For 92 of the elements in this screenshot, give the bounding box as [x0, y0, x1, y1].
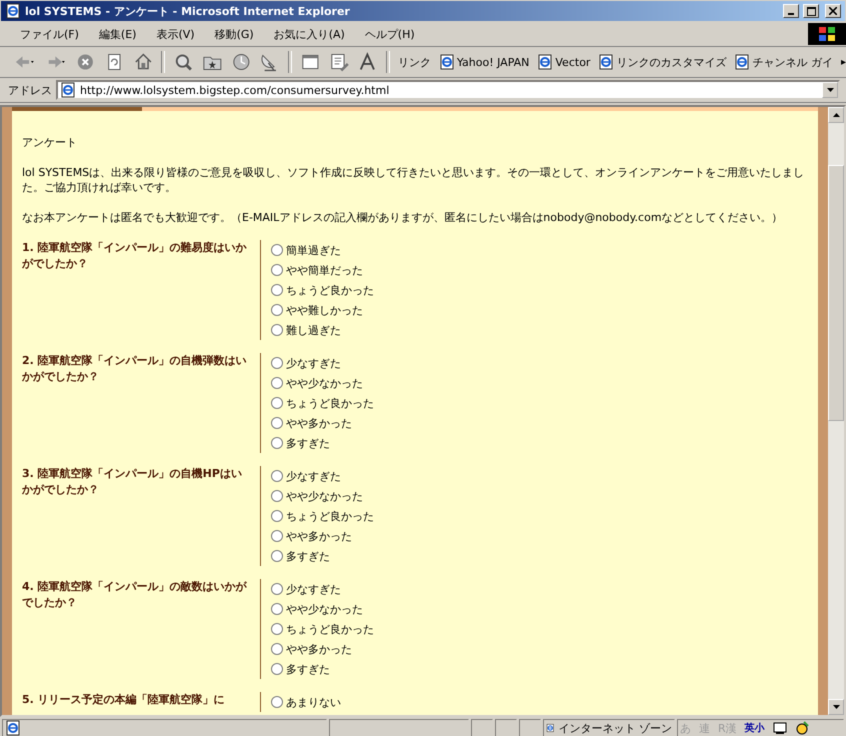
note-paragraph: なお本アンケートは匿名でも大歓迎です。（E-MAILアドレスの記入欄がありますが、匿名にしたい場合はnobody@nobody.comなどとしてください。）	[22, 210, 784, 225]
ime-indicator[interactable]: 英小	[744, 721, 765, 735]
menu-item[interactable]: ヘルプ(H)	[352, 26, 423, 42]
minimize-button[interactable]	[783, 4, 799, 18]
status-pane	[519, 719, 541, 736]
radio-button[interactable]	[271, 530, 283, 542]
radio-button[interactable]	[271, 490, 283, 502]
question-text: 4. 陸軍航空隊「インパール」の敵数はいかがでしたか？	[22, 579, 248, 611]
ime-pad-icon[interactable]	[772, 721, 787, 735]
radio-button[interactable]	[271, 324, 283, 336]
radio-button[interactable]	[271, 643, 283, 655]
down-arrow-icon	[832, 705, 840, 709]
link-page-icon	[734, 54, 750, 70]
document-edit-icon[interactable]	[328, 51, 350, 73]
up-arrow-icon	[832, 113, 840, 117]
radio-button[interactable]	[271, 264, 283, 276]
option-label[interactable]: やや多かった	[286, 416, 352, 430]
close-button[interactable]	[825, 4, 841, 18]
close-icon	[829, 7, 837, 15]
option-label[interactable]: やや難しかった	[286, 302, 363, 318]
radio-button[interactable]	[271, 397, 283, 409]
option-label[interactable]: ちょうど良かった	[286, 396, 374, 410]
radio-button[interactable]	[271, 663, 283, 675]
option-label[interactable]: ちょうど良かった	[286, 622, 374, 636]
history-icon[interactable]	[230, 51, 252, 73]
radio-button[interactable]	[271, 510, 283, 522]
windows-logo-icon	[808, 23, 846, 45]
address-label: アドレス	[8, 82, 52, 98]
option-label[interactable]: あまりない	[286, 694, 341, 710]
menu-item[interactable]: 表示(V)	[144, 26, 203, 42]
question-text: 3. 陸軍航空隊「インパール」の自機HPはいかがでしたか？	[22, 466, 243, 498]
zone-label: インターネット ゾーン	[558, 720, 672, 736]
question-text: 2. 陸軍航空隊「インパール」の自機弾数はいかがでしたか？	[22, 353, 248, 385]
radio-button[interactable]	[271, 623, 283, 635]
menu-item[interactable]: ファイル(F)	[8, 26, 87, 42]
question-text: 5. リリース予定の本編「陸軍航空隊」に	[22, 692, 226, 708]
option-label[interactable]: 多すぎた	[286, 436, 330, 450]
window-title: lol SYSTEMS - アンケート - Microsoft Internet Explorer	[25, 4, 351, 18]
more-links-chevron[interactable]: ▸	[840, 56, 846, 68]
option-label[interactable]: やや簡単だった	[286, 262, 363, 278]
radio-button[interactable]	[271, 696, 283, 708]
radio-button[interactable]	[271, 417, 283, 429]
link-button[interactable]: Yahoo! JAPAN	[438, 54, 530, 70]
links-label: リンク	[398, 54, 431, 70]
menu-item[interactable]: 移動(G)	[202, 26, 262, 42]
option-label[interactable]: ちょうど良かった	[286, 282, 374, 298]
menu-item[interactable]: お気に入り(A)	[262, 26, 353, 42]
question-text: 1. 陸軍航空隊「インパール」の難易度はいかがでしたか？	[22, 240, 248, 272]
maximize-button[interactable]	[803, 4, 819, 18]
browser-page-icon	[5, 3, 21, 19]
status-pane	[471, 719, 493, 736]
maximize-icon	[806, 6, 816, 16]
radio-button[interactable]	[271, 603, 283, 615]
option-label[interactable]: 簡単過ぎた	[286, 242, 341, 258]
radio-button[interactable]	[271, 304, 283, 316]
ime-tool-icon[interactable]	[794, 721, 809, 735]
browser-page-icon	[60, 82, 76, 98]
radio-button[interactable]	[271, 357, 283, 369]
address-field[interactable]: http://www.lolsystem.bigstep.com/consumersurvey.html	[56, 80, 840, 100]
option-label[interactable]: ちょうど良かった	[286, 508, 374, 524]
page-heading: アンケート	[22, 135, 78, 150]
radio-button[interactable]	[271, 550, 283, 562]
scroll-down-button[interactable]	[828, 699, 844, 715]
link-page-icon	[438, 54, 455, 70]
option-label[interactable]: やや少なかった	[286, 602, 363, 616]
option-label[interactable]: やや多かった	[286, 642, 352, 656]
scroll-up-button[interactable]	[828, 107, 844, 123]
status-pane	[495, 719, 517, 736]
intro-paragraph: lol SYSTEMSは、出来る限り皆様のご意見を吸収し、ソフト作成に反映して行きたいと思います。その一環として、オンラインアンケートをご用意いたしました。ご協力頂ければ幸いです。	[22, 165, 806, 195]
radio-button[interactable]	[271, 377, 283, 389]
option-label[interactable]: やや多かった	[286, 528, 352, 544]
radio-button[interactable]	[271, 284, 283, 296]
link-button[interactable]: Vector	[537, 54, 590, 70]
option-label[interactable]: 多すぎた	[286, 548, 330, 564]
option-label[interactable]: 少なすぎた	[286, 582, 341, 596]
radio-button[interactable]	[271, 244, 283, 256]
link-button[interactable]: チャンネル ガイ	[734, 54, 833, 70]
option-label[interactable]: 少なすぎた	[286, 468, 341, 484]
page-status-icon	[5, 720, 21, 736]
link-button[interactable]: リンクのカスタマイズ	[598, 54, 726, 70]
link-page-icon	[598, 54, 614, 70]
option-label[interactable]: やや少なかった	[286, 488, 363, 504]
scrollbar-thumb[interactable]	[828, 165, 844, 421]
option-label[interactable]: やや少なかった	[286, 376, 363, 390]
radio-button[interactable]	[271, 470, 283, 482]
menu-item[interactable]: 編集(E)	[86, 26, 144, 42]
option-label[interactable]: 難し過ぎた	[286, 322, 341, 338]
radio-button[interactable]	[271, 437, 283, 449]
option-label[interactable]: 多すぎた	[286, 662, 330, 676]
radio-button[interactable]	[271, 583, 283, 595]
option-label[interactable]: 少なすぎた	[286, 356, 341, 370]
link-page-icon	[537, 54, 554, 70]
